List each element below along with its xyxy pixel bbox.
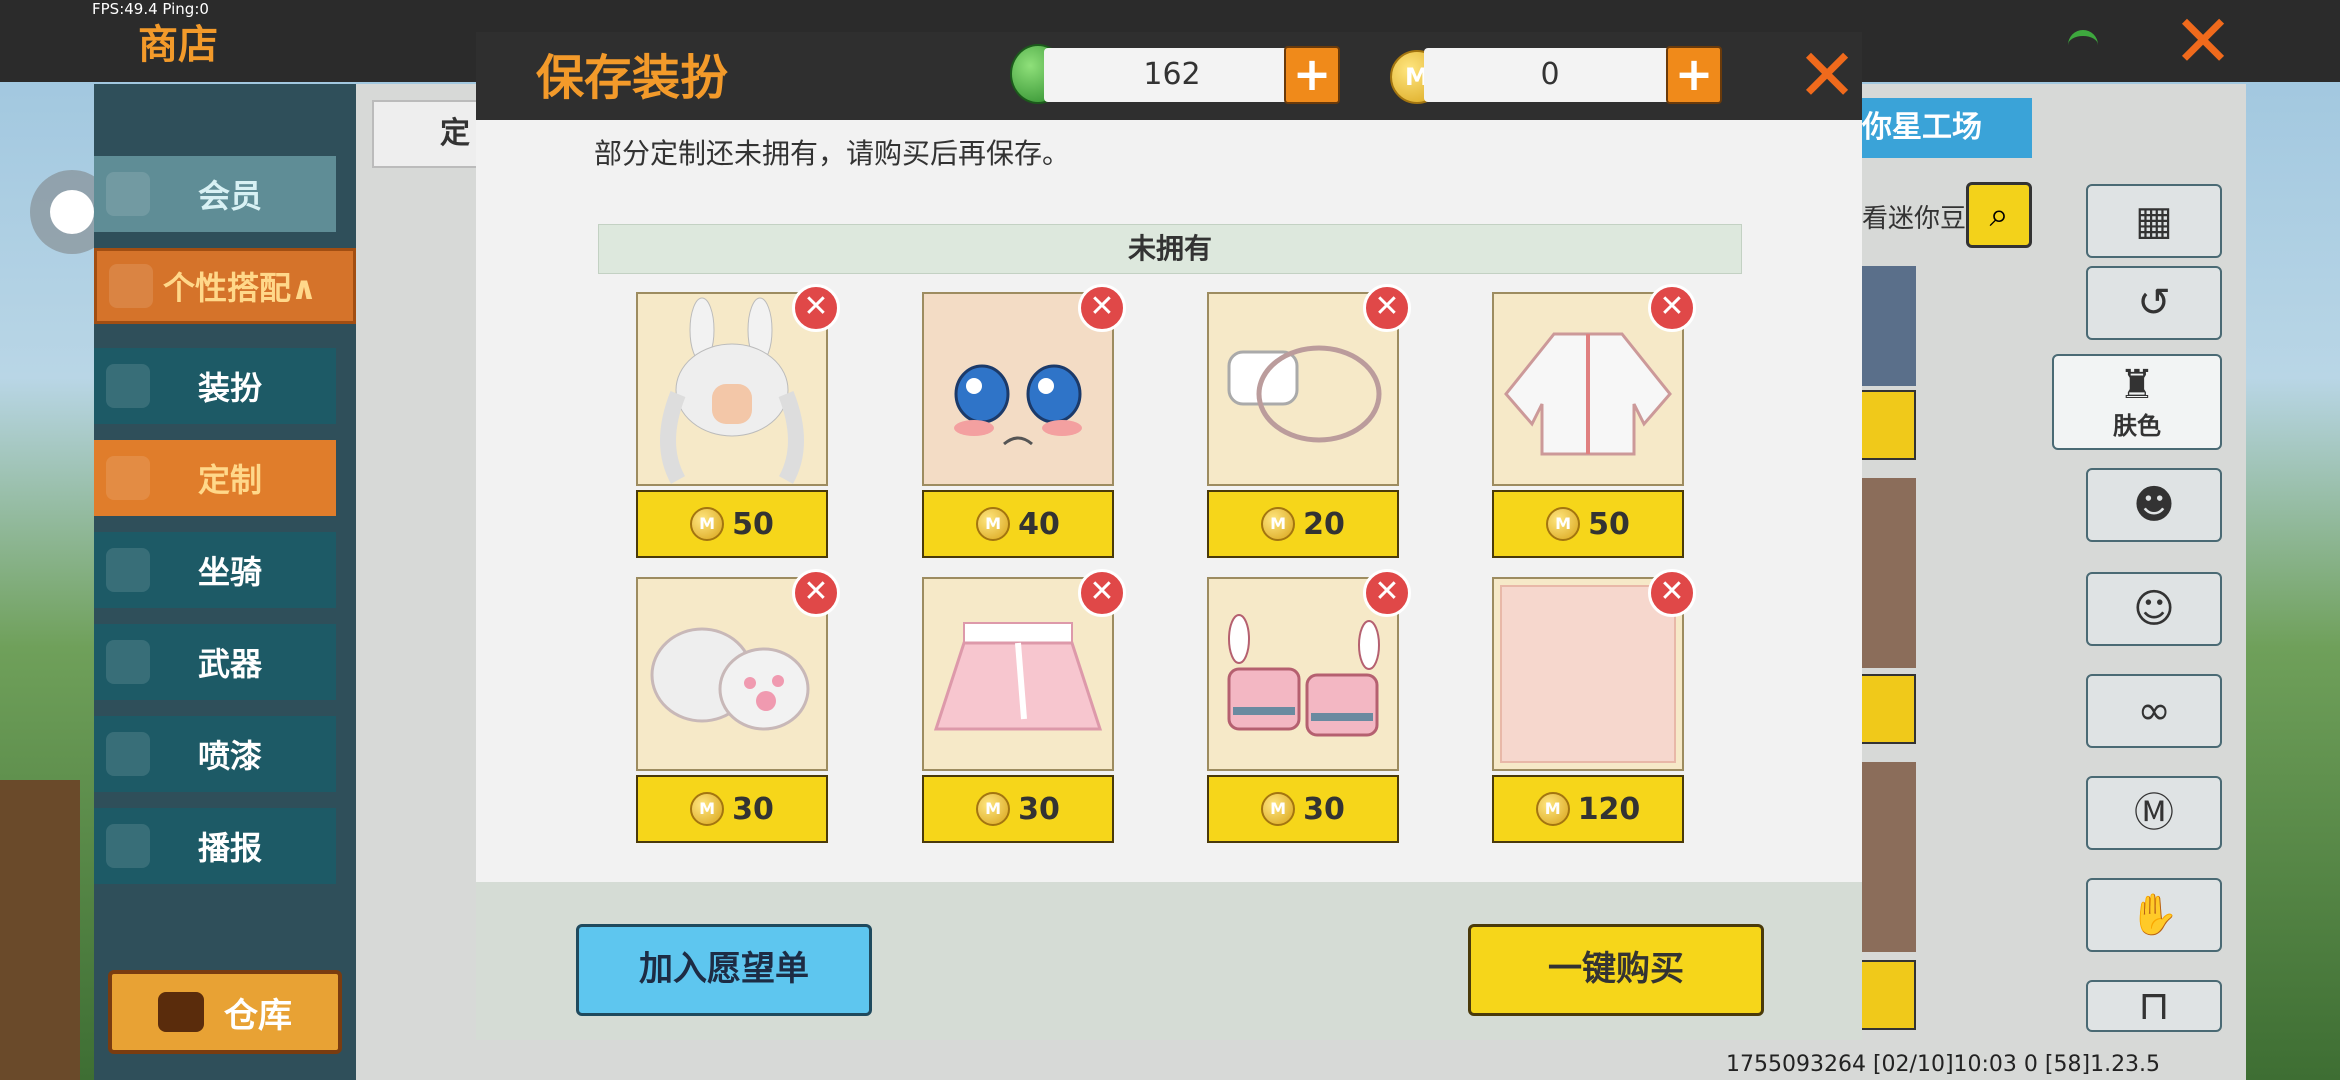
tool-shirt[interactable]: Ⓜ (2086, 776, 2222, 850)
mask-icon: ∞ (2137, 688, 2171, 734)
gem-balance: 162 (1044, 48, 1300, 102)
sidebar-item-dress[interactable]: 装扮 (94, 348, 336, 424)
shirt-icon: Ⓜ (2134, 790, 2174, 836)
spray-can-icon (106, 732, 150, 776)
history-icon: ↺ (2137, 280, 2171, 326)
modal-close-button[interactable]: ✕ (1796, 38, 1858, 112)
price-button[interactable]: M 120 (1492, 775, 1684, 843)
bodysuit-icon: ♜ (2119, 361, 2155, 408)
add-coins-button[interactable]: + (1666, 46, 1722, 104)
hair-icon: ☻ (2133, 482, 2175, 528)
warehouse-button[interactable]: 仓库 (108, 970, 342, 1054)
remove-icon[interactable]: ✕ (1648, 284, 1696, 332)
mount-icon (106, 548, 150, 592)
add-gems-button[interactable]: + (1284, 46, 1340, 104)
trophy-icon (109, 264, 153, 308)
tab-custom[interactable]: 定 (372, 100, 492, 168)
coin-icon: M (976, 792, 1011, 826)
price-tag (1856, 960, 1916, 1030)
sidebar-item-broadcast[interactable]: 播报 (94, 808, 336, 884)
item-card[interactable] (1856, 266, 1916, 386)
search-icon: ⌕ (1989, 195, 2009, 235)
search-label: 看迷你豆 (1862, 204, 1967, 234)
pants-icon: ⊓ (2138, 983, 2170, 1029)
shop-close-button[interactable]: ✕ (2170, 5, 2236, 77)
tool-skin[interactable]: ♜ 肤色 (2052, 354, 2222, 450)
gun-icon (106, 640, 150, 684)
notice-text: 部分定制还未拥有，请购买后再保存。 (594, 137, 1071, 170)
price-button[interactable]: M 30 (636, 775, 828, 843)
broadcast-icon (106, 824, 150, 868)
remove-icon[interactable]: ✕ (1363, 284, 1411, 332)
glove-icon: ✋ (2129, 892, 2179, 938)
coin-icon: M (1261, 792, 1296, 826)
remove-icon[interactable]: ✕ (792, 569, 840, 617)
price-button[interactable]: M 50 (1492, 490, 1684, 558)
coin-icon: M (976, 507, 1011, 541)
sidebar-item-spray[interactable]: 喷漆 (94, 716, 336, 792)
price-button[interactable]: M 50 (636, 490, 828, 558)
remove-icon[interactable]: ✕ (1078, 284, 1126, 332)
remove-icon[interactable]: ✕ (1078, 569, 1126, 617)
sidebar-item-weapon[interactable]: 武器 (94, 624, 336, 700)
tab-star-workshop[interactable]: 你星工场 (1850, 98, 2032, 158)
remove-icon[interactable]: ✕ (1363, 569, 1411, 617)
tool-face[interactable]: ☺ (2086, 572, 2222, 646)
coin-icon: M (690, 792, 725, 826)
shirt-icon (106, 364, 150, 408)
item-card[interactable] (1856, 478, 1916, 668)
price-tag (1856, 390, 1916, 460)
tool-gloves[interactable]: ✋ (2086, 878, 2222, 952)
sidebar: 会员 个性搭配∧ 装扮 定制 坐骑 武器 喷漆 播报 (94, 84, 356, 1080)
item-card[interactable] (1856, 762, 1916, 952)
price-tag (1856, 674, 1916, 744)
buy-all-button[interactable]: 一键购买 (1468, 924, 1764, 1016)
member-icon (106, 172, 150, 216)
chest-icon (158, 992, 204, 1032)
remove-icon[interactable]: ✕ (1648, 569, 1696, 617)
sidebar-item-custom[interactable]: 定制 (94, 440, 336, 516)
price-button[interactable]: M 30 (1207, 775, 1399, 843)
coin-balance: 0 (1424, 48, 1676, 102)
tool-mask[interactable]: ∞ (2086, 674, 2222, 748)
section-header: 未拥有 (598, 224, 1742, 274)
face-icon: ☺ (2133, 586, 2175, 632)
brush-icon (106, 456, 150, 500)
sidebar-item-member[interactable]: 会员 (94, 156, 336, 232)
background-block (0, 780, 80, 1080)
remove-icon[interactable]: ✕ (792, 284, 840, 332)
tool-layout[interactable]: ▦ (2086, 184, 2222, 258)
coin-icon: M (1546, 507, 1581, 541)
modal-title: 保存装扮 (536, 50, 729, 106)
grid-icon: ▦ (2135, 198, 2173, 244)
tool-hair[interactable]: ☻ (2086, 468, 2222, 542)
sidebar-group-outfit[interactable]: 个性搭配∧ (94, 248, 356, 324)
tool-pants[interactable]: ⊓ (2086, 980, 2222, 1032)
search-button[interactable]: ⌕ (1966, 182, 2032, 248)
coin-icon: M (690, 507, 725, 541)
wifi-icon (2068, 30, 2098, 60)
coin-icon: M (1261, 507, 1296, 541)
coin-icon: M (1535, 792, 1570, 826)
price-button[interactable]: M 40 (922, 490, 1114, 558)
add-to-wishlist-button[interactable]: 加入愿望单 (576, 924, 872, 1016)
price-button[interactable]: M 20 (1207, 490, 1399, 558)
price-button[interactable]: M 30 (922, 775, 1114, 843)
shop-title: 商店 (138, 22, 218, 68)
session-footer: 1755093264 [02/10]10:03 0 [58]1.23.5 (1726, 1052, 2161, 1077)
tool-history[interactable]: ↺ (2086, 266, 2222, 340)
sidebar-item-mount[interactable]: 坐骑 (94, 532, 336, 608)
